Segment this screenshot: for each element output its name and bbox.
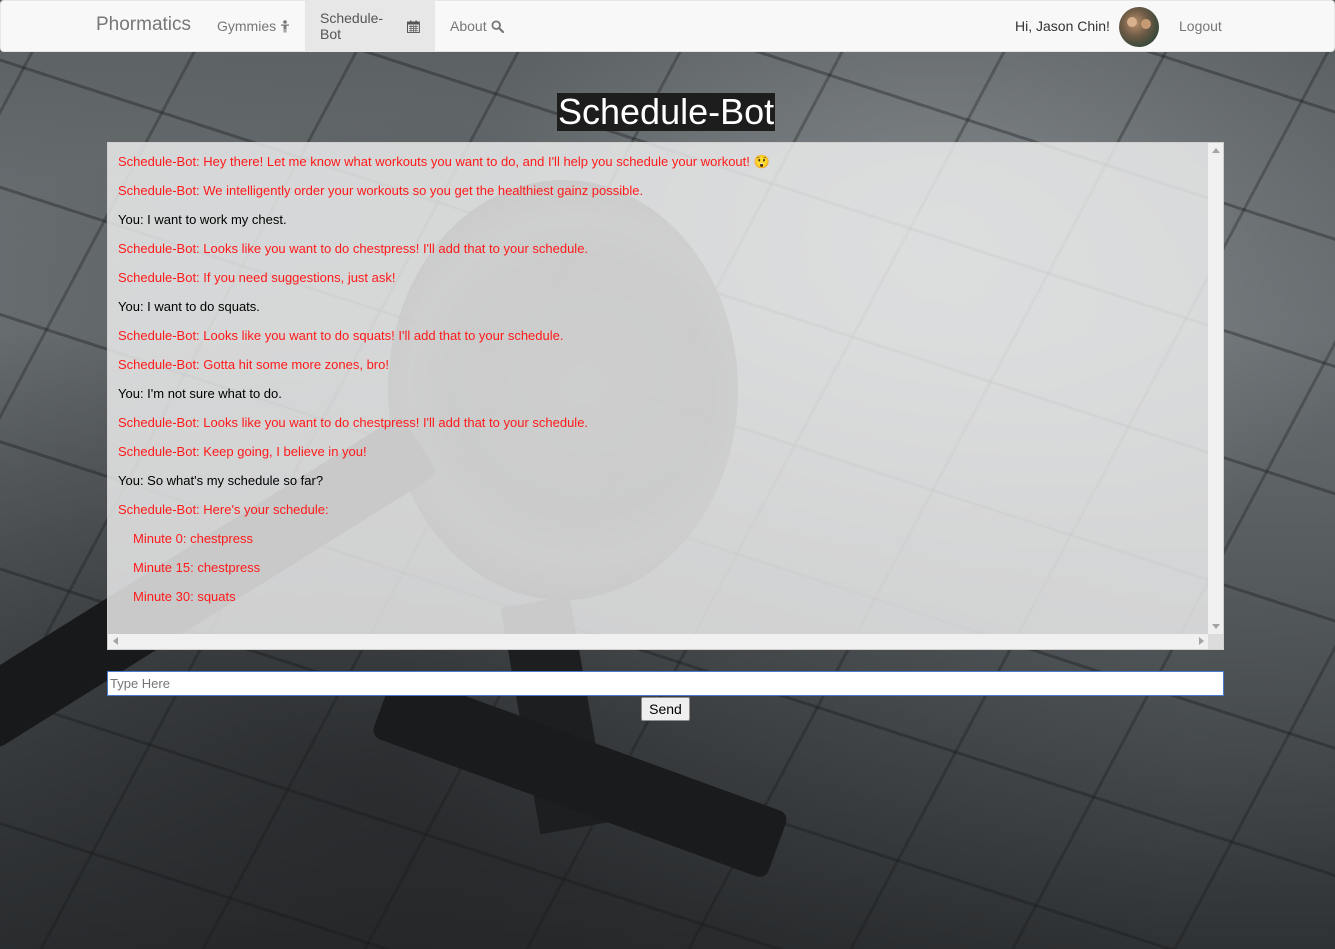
send-button[interactable]: Send (641, 697, 690, 721)
calendar-icon (407, 20, 420, 33)
nav-item-about[interactable]: About (435, 1, 519, 51)
bot-message: Schedule-Bot: Here's your schedule: (118, 502, 329, 517)
bot-message: Schedule-Bot: We intelligently order you… (118, 183, 644, 198)
bot-message: Schedule-Bot: Looks like you want to do … (118, 328, 564, 343)
logout-link[interactable]: Logout (1179, 18, 1222, 34)
scrollbar-corner (1208, 634, 1223, 649)
bot-message: Schedule-Bot: If you need suggestions, j… (118, 270, 396, 285)
person-icon (281, 19, 290, 32)
bot-message: Schedule-Bot: Looks like you want to do … (118, 241, 589, 256)
avatar[interactable] (1119, 7, 1159, 47)
user-message: You: I want to do squats. (118, 299, 260, 314)
vertical-scrollbar[interactable] (1208, 143, 1223, 634)
bot-message: Minute 15: chestpress (133, 560, 261, 575)
chat-messages: Schedule-Bot: Hey there! Let me know wha… (108, 143, 1209, 634)
bot-message: Schedule-Bot: Keep going, I believe in y… (118, 444, 367, 459)
bot-message: Minute 30: squats (133, 589, 236, 604)
user-message: You: I'm not sure what to do. (118, 386, 282, 401)
user-greeting: Hi, Jason Chin! (1015, 18, 1110, 34)
chat-input[interactable] (107, 671, 1224, 696)
page-title: Schedule-Bot (557, 91, 776, 132)
chat-log[interactable]: Schedule-Bot: Hey there! Let me know wha… (107, 142, 1224, 650)
nav-item-label: Schedule-Bot (320, 10, 384, 42)
user-message: You: I want to work my chest. (118, 212, 287, 227)
user-message: You: So what's my schedule so far? (118, 473, 324, 488)
scroll-right-icon[interactable] (1199, 637, 1204, 645)
bot-message: Schedule-Bot: Looks like you want to do … (118, 415, 589, 430)
nav-item-label: About (450, 18, 487, 34)
scroll-up-icon[interactable] (1212, 148, 1220, 153)
bot-message: Minute 0: chestpress (133, 531, 253, 546)
scroll-left-icon[interactable] (113, 637, 118, 645)
bot-message: Schedule-Bot: Hey there! Let me know wha… (118, 154, 770, 169)
horizontal-scrollbar[interactable] (108, 634, 1209, 649)
avatar-face (1127, 17, 1137, 27)
navbar: Phormatics Gymmies Schedule-Bot About Hi… (0, 0, 1335, 52)
nav-item-gymmies[interactable]: Gymmies (202, 1, 305, 51)
nav-item-schedule-bot[interactable]: Schedule-Bot (305, 1, 435, 51)
search-icon (491, 19, 504, 33)
nav-item-label: Gymmies (217, 18, 277, 34)
avatar-face (1141, 19, 1151, 29)
brand-link[interactable]: Phormatics (96, 14, 191, 36)
bot-message: Schedule-Bot: Gotta hit some more zones,… (118, 357, 389, 372)
scroll-down-icon[interactable] (1212, 624, 1220, 629)
